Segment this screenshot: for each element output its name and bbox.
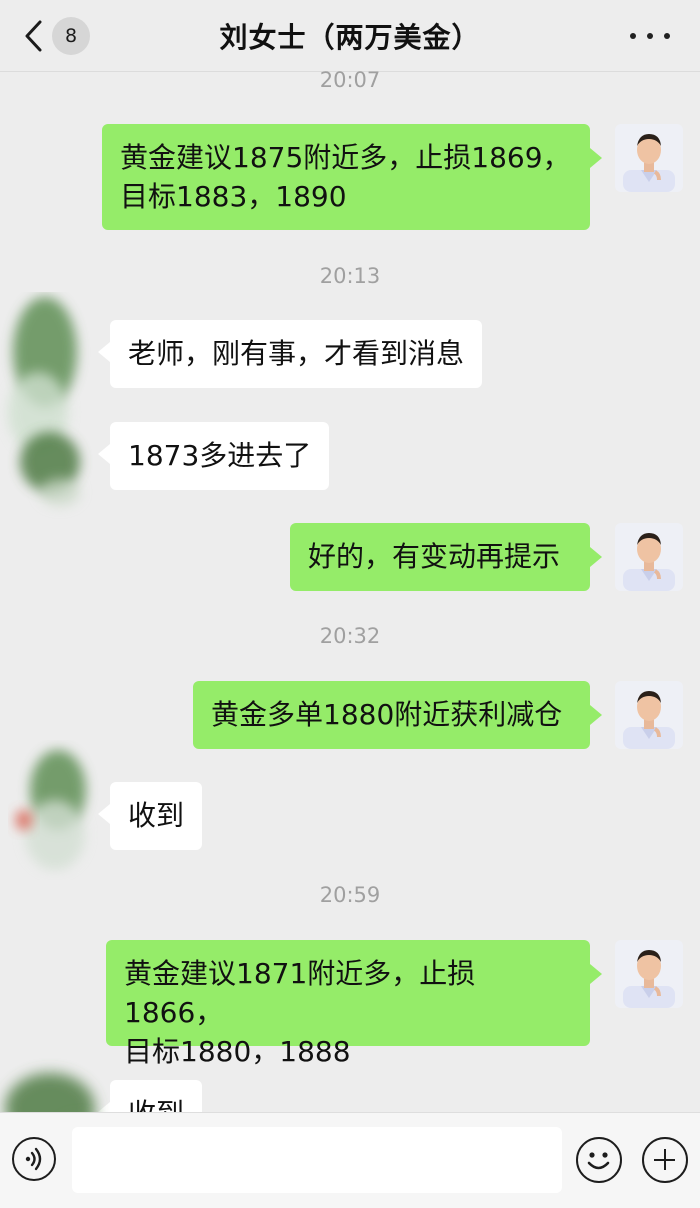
my-avatar[interactable] bbox=[615, 940, 683, 1008]
message-line: 目标1883，1890 bbox=[120, 180, 347, 213]
message-input[interactable] bbox=[72, 1127, 562, 1193]
input-bar bbox=[0, 1112, 700, 1208]
timestamp: 20:32 bbox=[319, 624, 381, 648]
voice-icon bbox=[25, 1147, 42, 1171]
timestamp: 20:07 bbox=[319, 68, 381, 92]
message-line: 黄金建议1875附近多，止损1869， bbox=[120, 141, 571, 174]
my-avatar[interactable] bbox=[615, 523, 683, 591]
chat-screen: 8 刘女士（两万美金） 20:07 黄金建议1875附近多，止损1869， 目标… bbox=[0, 0, 700, 1208]
outgoing-message[interactable]: 黄金建议1871附近多，止损1866， 目标1880，1888 bbox=[106, 940, 602, 1068]
avatar-image bbox=[615, 681, 683, 749]
avatar-image bbox=[615, 124, 683, 192]
timestamp: 20:59 bbox=[319, 883, 381, 907]
emoji-button[interactable] bbox=[576, 1137, 622, 1183]
blurred-avatar-image bbox=[8, 297, 80, 506]
outgoing-message[interactable]: 黄金建议1875附近多，止损1869， 目标1883，1890 bbox=[102, 124, 602, 230]
incoming-message[interactable]: 收到 bbox=[97, 782, 203, 850]
message-line: 目标1880，1888 bbox=[124, 1035, 351, 1068]
message-line: 黄金建议1871附近多，止损1866， bbox=[124, 957, 476, 1029]
chat-title: 刘女士（两万美金） bbox=[219, 21, 481, 54]
outgoing-message[interactable]: 好的，有变动再提示 bbox=[290, 523, 602, 591]
my-avatar[interactable] bbox=[615, 681, 683, 749]
avatar-image bbox=[615, 523, 683, 591]
voice-button[interactable] bbox=[12, 1137, 56, 1181]
contact-avatar[interactable] bbox=[0, 740, 100, 880]
chat-header: 8 刘女士（两万美金） bbox=[0, 0, 700, 72]
more-dots-icon bbox=[630, 33, 636, 39]
incoming-message[interactable]: 老师，刚有事，才看到消息 bbox=[97, 320, 483, 388]
outgoing-message[interactable]: 黄金多单1880附近获利减仓 bbox=[193, 681, 602, 749]
plus-button[interactable] bbox=[642, 1137, 688, 1183]
my-avatar[interactable] bbox=[615, 124, 683, 192]
avatar-image bbox=[615, 940, 683, 1008]
timestamp: 20:13 bbox=[319, 264, 381, 288]
incoming-message[interactable]: 1873多进去了 bbox=[97, 422, 330, 490]
more-button[interactable] bbox=[630, 22, 670, 50]
contact-avatar[interactable] bbox=[0, 292, 100, 522]
blurred-avatar-image bbox=[16, 750, 86, 870]
emoji-icon bbox=[587, 1152, 610, 1170]
